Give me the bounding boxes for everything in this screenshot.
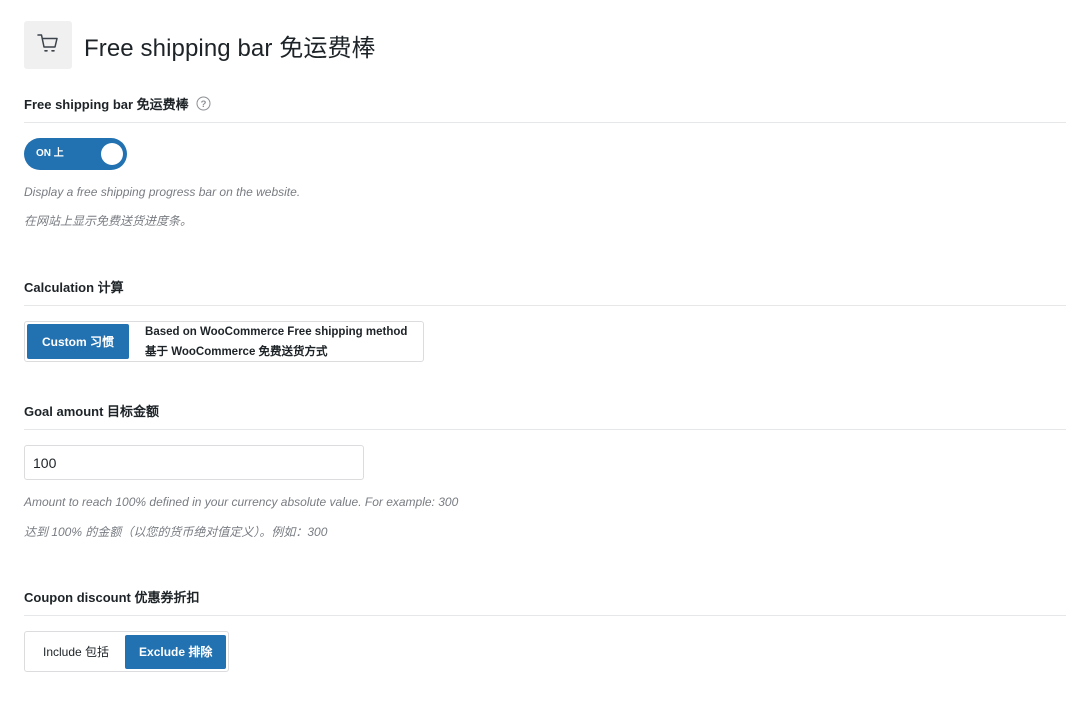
- page-title: Free shipping bar 免运费棒: [84, 34, 376, 62]
- goal-amount-input[interactable]: [24, 445, 364, 480]
- free-shipping-label-row: Free shipping bar 免运费棒 ?: [24, 94, 1066, 112]
- goal-amount-description-zh: 达到 100% 的金额（以您的货币绝对值定义）。例如：300: [24, 525, 328, 539]
- cart-icon: [36, 32, 60, 59]
- calculation-option-woocommerce[interactable]: Based on WooCommerce Free shipping metho…: [129, 323, 423, 361]
- free-shipping-description-zh: 在网站上显示免费送货进度条。: [24, 214, 193, 228]
- calculation-section: Calculation 计算: [24, 277, 1066, 306]
- section-divider: [24, 122, 1066, 123]
- svg-text:?: ?: [200, 99, 206, 110]
- section-divider: [24, 615, 1066, 616]
- free-shipping-label: Free shipping bar 免运费棒: [24, 96, 189, 112]
- toggle-knob: [101, 143, 123, 165]
- section-divider: [24, 429, 1066, 430]
- goal-amount-label: Goal amount 目标金额: [24, 403, 160, 419]
- coupon-discount-section: Coupon discount 优惠券折扣: [24, 587, 1066, 616]
- calculation-option-woocommerce-zh: 基于 WooCommerce 免费送货方式: [145, 345, 328, 358]
- header-icon-box: [24, 21, 72, 69]
- goal-amount-section: Goal amount 目标金额: [24, 401, 1066, 430]
- free-shipping-toggle[interactable]: ON 上: [24, 138, 127, 170]
- page-header: Free shipping bar 免运费棒: [24, 21, 376, 69]
- calculation-label: Calculation 计算: [24, 279, 124, 295]
- calculation-option-woocommerce-en: Based on WooCommerce Free shipping metho…: [145, 325, 408, 338]
- calculation-segmented-control: Custom 习惯 Based on WooCommerce Free ship…: [24, 321, 424, 362]
- section-divider: [24, 305, 1066, 306]
- question-circle-icon[interactable]: ?: [196, 96, 211, 111]
- toggle-label: ON 上: [36, 148, 64, 159]
- free-shipping-description-en: Display a free shipping progress bar on …: [24, 185, 301, 199]
- calculation-option-custom[interactable]: Custom 习惯: [27, 324, 130, 359]
- goal-amount-description-en: Amount to reach 100% defined in your cur…: [24, 495, 459, 509]
- coupon-option-exclude[interactable]: Exclude 排除: [125, 634, 227, 669]
- free-shipping-section: Free shipping bar 免运费棒 ?: [24, 94, 1066, 123]
- coupon-discount-label: Coupon discount 优惠券折扣: [24, 589, 200, 605]
- coupon-option-include[interactable]: Include 包括: [27, 635, 125, 669]
- coupon-discount-segmented-control: Include 包括 Exclude 排除: [24, 631, 230, 672]
- settings-page: Free shipping bar 免运费棒 Free shipping bar…: [0, 0, 1084, 715]
